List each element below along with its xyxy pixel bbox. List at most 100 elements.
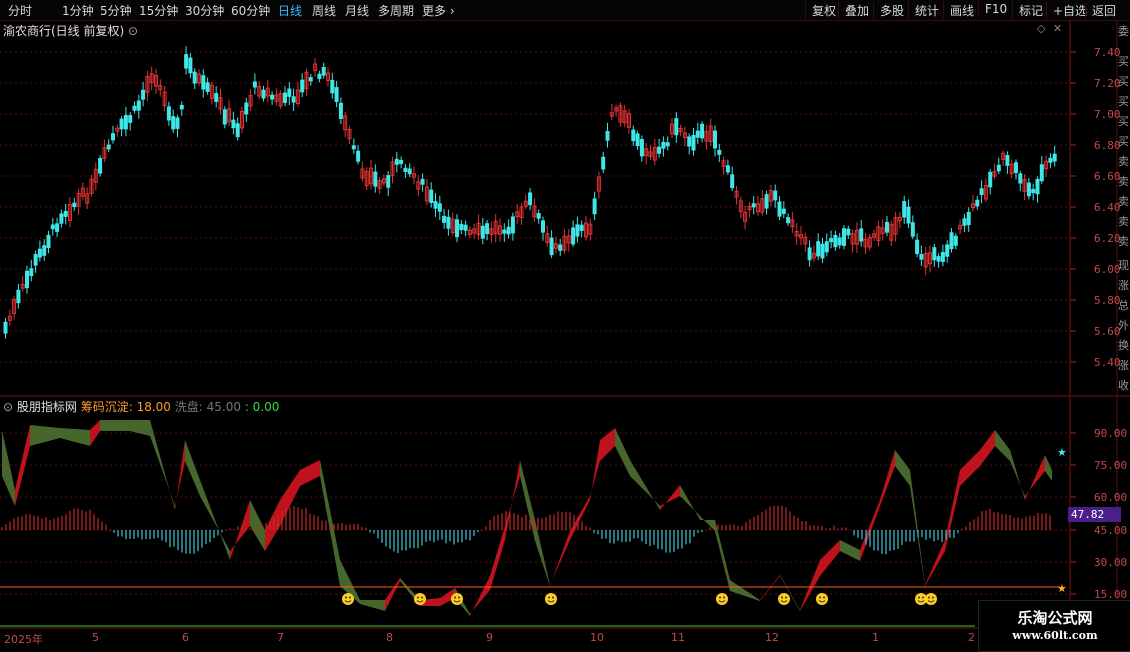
indicator-label-zero: : 0.00 — [244, 400, 280, 414]
indicator-band — [780, 575, 800, 611]
smiley-eye — [349, 596, 351, 599]
candle-body — [446, 216, 451, 229]
candle-body — [386, 175, 391, 188]
candle-body — [541, 220, 545, 233]
indicator-band — [960, 450, 980, 486]
main-chart-title: 渝农商行(日线 前复权) ⊙ — [3, 24, 139, 38]
diamond-icon[interactable]: ◇ — [1037, 22, 1045, 35]
candle-body — [334, 87, 339, 102]
candle-body — [192, 71, 197, 84]
candle-body — [695, 130, 700, 138]
watermark-logo: 乐淘公式网 www.60lt.com — [978, 600, 1130, 652]
chevron-down-icon[interactable]: ⊙ — [3, 400, 13, 414]
indicator-label-wash: 洗盘: 45.00 — [174, 400, 241, 414]
candle-body — [824, 241, 829, 253]
candle-body — [966, 211, 971, 226]
indicator-band — [820, 540, 840, 576]
date-label: 6 — [182, 631, 189, 644]
date-label: 5 — [92, 631, 99, 644]
price-tick: 5.40 — [1094, 356, 1121, 369]
candle-body — [463, 224, 468, 231]
indicator-band — [470, 576, 490, 616]
candle-body — [979, 188, 984, 195]
indicator-band — [945, 470, 960, 551]
indicator-band — [550, 531, 570, 586]
candle-body — [846, 228, 851, 236]
candle-body — [674, 118, 679, 136]
candle-body — [962, 218, 967, 226]
indicator-band — [570, 496, 590, 540]
quote-label: 外 — [1118, 319, 1129, 332]
price-tick: 7.00 — [1094, 108, 1121, 121]
date-label: 11 — [671, 631, 685, 644]
candle-body — [283, 92, 287, 103]
candle-body — [579, 224, 584, 231]
candle-body — [106, 144, 111, 150]
indicator-band — [600, 428, 615, 461]
candle-body — [184, 54, 189, 69]
candle-body — [1039, 164, 1044, 182]
smiley-signal-icon — [451, 593, 463, 605]
indicator-band — [980, 430, 995, 466]
candle-body — [252, 81, 257, 88]
quote-label: 买 — [1118, 115, 1129, 128]
smiley-eye — [928, 596, 930, 599]
quote-label: 卖 — [1118, 175, 1129, 188]
smiley-signal-icon — [545, 593, 557, 605]
candle-body — [975, 199, 980, 207]
indicator-band — [185, 440, 200, 496]
smiley-eye — [781, 596, 783, 599]
candle-body — [549, 237, 554, 256]
candle-body — [132, 105, 137, 111]
quote-label: 现 — [1118, 259, 1129, 272]
quote-label: 买 — [1118, 135, 1129, 148]
candle-body — [222, 109, 227, 125]
candle-body — [631, 129, 636, 142]
candle-body — [46, 234, 51, 248]
candle-body — [842, 228, 846, 246]
candle-body — [261, 89, 266, 99]
candle-body — [407, 168, 412, 175]
smiley-eye — [932, 596, 934, 599]
candle-body — [988, 171, 993, 188]
candle-body — [128, 115, 133, 123]
candle-body — [119, 118, 124, 130]
date-label: 10 — [590, 631, 604, 644]
indicator-band — [90, 420, 100, 446]
candle-body — [949, 232, 954, 250]
quote-label: 卖 — [1118, 215, 1129, 228]
candle-body — [136, 100, 141, 111]
smiley-eye — [454, 596, 456, 599]
indicator-band — [760, 575, 780, 601]
candle-body — [833, 234, 838, 248]
candle-body — [235, 123, 240, 138]
candle-body — [308, 77, 313, 82]
candle-body — [403, 167, 408, 172]
indicator-band — [1025, 455, 1045, 500]
price-tick: 6.40 — [1094, 201, 1121, 214]
chart-canvas[interactable]: ★★ — [0, 0, 1130, 650]
candle-body — [63, 211, 68, 217]
candle-body — [338, 102, 343, 119]
candle-body — [859, 228, 864, 242]
candle-body — [506, 226, 511, 235]
candle-body — [179, 104, 184, 110]
close-icon[interactable]: ✕ — [1053, 22, 1062, 35]
candle-body — [3, 321, 8, 334]
candle-body — [820, 243, 825, 259]
candle-body — [37, 248, 42, 258]
candle-body — [558, 244, 563, 251]
candle-body — [781, 208, 786, 215]
candle-body — [399, 159, 404, 165]
candle-body — [777, 201, 782, 217]
candle-body — [429, 189, 434, 204]
candle-body — [687, 136, 692, 147]
chevron-down-icon[interactable]: ⊙ — [128, 24, 138, 38]
candle-body — [205, 82, 210, 92]
smiley-eye — [719, 596, 721, 599]
smiley-eye — [345, 596, 347, 599]
candle-body — [16, 289, 21, 304]
indicator-band — [2, 430, 15, 506]
quote-label: 换 — [1118, 339, 1129, 352]
smiley-signal-icon — [342, 593, 354, 605]
